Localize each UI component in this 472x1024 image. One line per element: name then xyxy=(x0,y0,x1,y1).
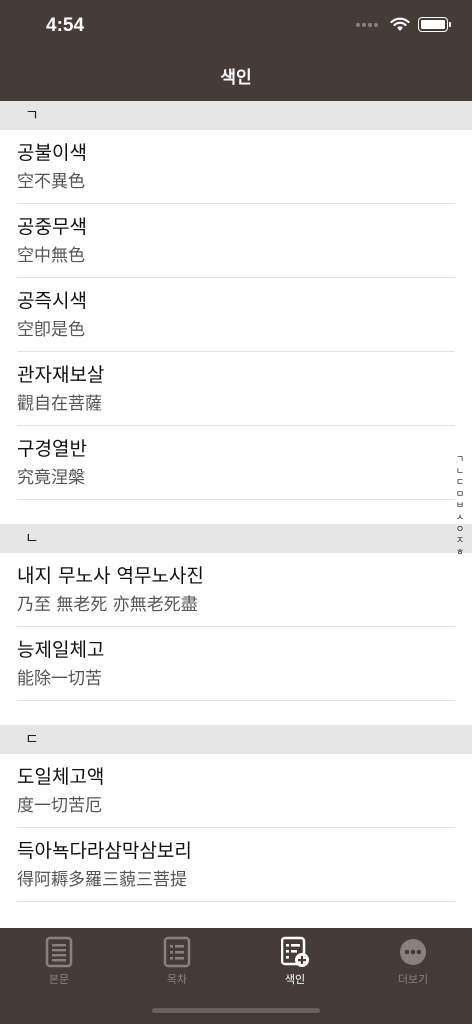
section-index-bar[interactable]: ㄱ ㄴ ㄷ ㅁ ㅂ ㅅ ㅇ ㅈ ㅎ xyxy=(454,455,466,559)
tab-label: 더보기 xyxy=(397,973,429,986)
index-letter[interactable]: ㄱ xyxy=(456,455,464,467)
item-title: 공중무색 xyxy=(17,216,87,238)
item-title: 능제일체고 xyxy=(17,639,105,661)
list-item[interactable]: 구경열반 究竟涅槃 xyxy=(17,426,455,500)
item-hanja: 空中無色 xyxy=(17,246,85,266)
wifi-icon xyxy=(390,17,410,31)
index-letter[interactable]: ㅇ xyxy=(456,525,464,537)
status-icons xyxy=(356,17,451,32)
tab-label: 본문 xyxy=(48,973,70,986)
item-title: 내지 무노사 역무노사진 xyxy=(17,565,204,587)
list-item[interactable]: 관자재보살 觀自在菩薩 xyxy=(17,352,455,426)
document-icon xyxy=(45,936,73,968)
page-title: 색인 xyxy=(220,68,252,88)
index-add-icon xyxy=(281,936,309,967)
list-item[interactable]: 내지 무노사 역무노사진 乃至 無老死 亦無老死盡 xyxy=(17,553,455,627)
tab-text[interactable]: 본문 xyxy=(0,928,118,998)
item-hanja: 空不異色 xyxy=(17,172,85,192)
item-hanja: 能除一切苦 xyxy=(17,669,102,689)
index-letter[interactable]: ㅁ xyxy=(456,490,464,502)
list-item[interactable]: 능제일체고 能除一切苦 xyxy=(17,627,455,701)
list-icon xyxy=(163,936,191,968)
index-letter[interactable]: ㅎ xyxy=(456,548,464,560)
list-item[interactable]: 공즉시색 空卽是色 xyxy=(17,278,455,352)
item-title: 구경열반 xyxy=(17,438,87,460)
tab-more[interactable]: 더보기 xyxy=(354,928,472,998)
item-title: 득아뇩다라삼막삼보리 xyxy=(17,840,192,862)
item-hanja: 究竟涅槃 xyxy=(17,468,85,488)
item-title: 공즉시색 xyxy=(17,290,87,312)
section-header: ㄴ xyxy=(0,524,472,553)
section-header: ㄱ xyxy=(0,101,472,130)
item-hanja: 度一切苦厄 xyxy=(17,796,102,816)
more-icon xyxy=(400,939,426,965)
index-list[interactable]: ㄱ 공불이색 空不異色 공중무색 空中無色 공즉시색 空卽是色 관자재보살 觀自… xyxy=(0,101,472,902)
section-header: ㄷ xyxy=(0,725,472,754)
tab-label: 목차 xyxy=(166,973,188,986)
signal-icon xyxy=(356,22,378,27)
list-item[interactable]: 도일체고액 度一切苦厄 xyxy=(17,754,455,828)
item-hanja: 空卽是色 xyxy=(17,320,85,340)
status-time: 4:54 xyxy=(46,15,85,36)
index-letter[interactable]: ㅂ xyxy=(456,501,464,513)
tab-index[interactable]: 색인 xyxy=(236,928,354,998)
item-title: 공불이색 xyxy=(17,142,87,164)
tab-label: 색인 xyxy=(284,973,306,986)
item-hanja: 乃至 無老死 亦無老死盡 xyxy=(17,595,198,615)
index-letter[interactable]: ㅅ xyxy=(456,513,464,525)
index-letter[interactable]: ㄴ xyxy=(456,467,464,479)
item-title: 도일체고액 xyxy=(17,766,105,788)
home-indicator xyxy=(152,1008,320,1013)
app-header: 4:54 색인 xyxy=(0,0,472,101)
list-item[interactable]: 공중무색 空中無色 xyxy=(17,204,455,278)
list-item[interactable]: 득아뇩다라삼막삼보리 得阿耨多羅三藐三菩提 xyxy=(17,828,455,902)
index-letter[interactable]: ㄷ xyxy=(456,478,464,490)
item-hanja: 得阿耨多羅三藐三菩提 xyxy=(17,870,187,890)
item-title: 관자재보살 xyxy=(17,364,105,386)
list-item[interactable]: 공불이색 空不異色 xyxy=(17,130,455,204)
battery-icon xyxy=(418,17,451,32)
index-letter[interactable]: ㅈ xyxy=(456,536,464,548)
tab-toc[interactable]: 목차 xyxy=(118,928,236,998)
item-hanja: 觀自在菩薩 xyxy=(17,394,102,414)
